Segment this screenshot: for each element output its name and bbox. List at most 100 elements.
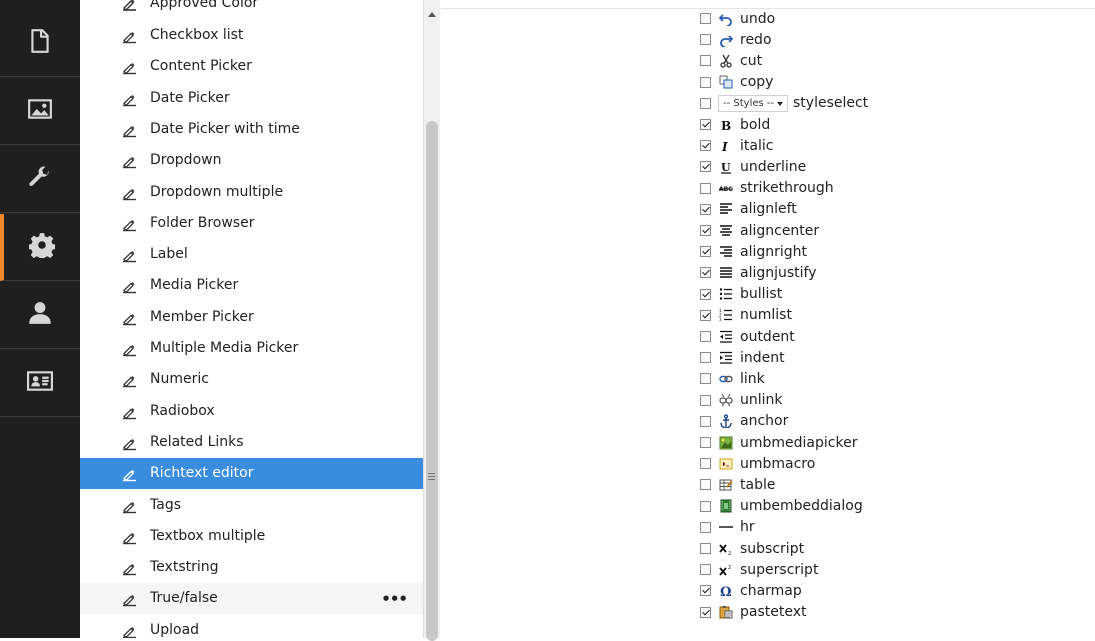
more-options-icon[interactable]: ••• [381,590,408,608]
toolbar-option-checkbox[interactable] [700,246,711,258]
tree-item-label: Label [150,246,188,263]
toolbar-option-unlink: unlink [700,390,783,411]
tree-item[interactable]: Dropdown [80,145,423,176]
scroll-grip-icon [428,473,435,474]
toolbar-option-superscript: 2 superscript [700,559,818,580]
toolbar-option-checkbox[interactable] [700,76,711,88]
toolbar-option-checkbox[interactable] [700,564,711,576]
toolbar-option-checkbox[interactable] [700,585,711,597]
toolbar-option-checkbox[interactable] [700,415,711,427]
datatype-icon [122,405,137,420]
tree-item[interactable]: Upload [80,615,423,638]
tree-item[interactable]: Textstring [80,552,423,583]
tree-item[interactable]: Media Picker [80,270,423,301]
toolbar-option-label: umbmacro [740,455,816,472]
tree-item-label: Date Picker with time [150,120,300,137]
toolbar-option-checkbox[interactable] [700,394,711,406]
scroll-thumb[interactable] [426,121,438,641]
content-section[interactable] [0,10,80,77]
tree-item-partial[interactable]: Approved Color [80,0,423,19]
tree-item[interactable]: Radiobox [80,396,423,427]
toolbar-option-checkbox[interactable] [700,309,711,321]
toolbar-option-checkbox[interactable] [700,288,711,300]
toolbar-option-checkbox[interactable] [700,331,711,342]
media-section[interactable] [0,78,80,145]
tree-item[interactable]: Date Picker with time [80,114,423,145]
indent-icon [718,350,734,366]
tree-item[interactable]: Tags [80,490,423,521]
toolbar-option-checkbox[interactable] [700,182,711,194]
tree-item-label: Related Links [150,433,244,450]
toolbar-option-checkbox[interactable] [700,521,711,533]
wrench-icon [27,164,53,194]
datatype-icon [122,29,137,44]
svg-text:U: U [721,161,731,174]
toolbar-option-checkbox[interactable] [700,437,711,448]
toolbar-option-checkbox[interactable] [700,606,711,618]
tree-item[interactable]: Label [80,239,423,270]
developer-section[interactable] [0,146,80,213]
toolbar-option-underline: Uunderline [700,156,806,177]
tree-item[interactable]: Textbox multiple [80,521,423,552]
tree-item[interactable]: Multiple Media Picker [80,333,423,364]
tree-item-label: Dropdown multiple [150,183,284,200]
toolbar-option-checkbox[interactable] [700,479,711,491]
toolbar-option-hr: hr [700,517,755,538]
toolbar-option-link: link [700,368,765,389]
scroll-up-arrow-icon[interactable] [428,12,436,17]
toolbar-option-label: link [740,370,765,387]
subscript-icon: 2 [718,541,734,557]
settings-section[interactable] [0,214,80,281]
datatype-icon [122,624,137,638]
tree-item[interactable]: Date Picker [80,83,423,114]
datatype-tree: Approved Color Checkbox list Content Pick… [80,0,423,638]
user-icon [27,300,53,330]
toolbar-option-checkbox[interactable] [700,458,711,470]
members-section[interactable] [0,282,80,349]
tree-item[interactable]: Checkbox list [80,20,423,51]
toolbar-option-checkbox[interactable] [700,352,711,364]
toolbar-option-label: hr [740,519,755,536]
tree-item[interactable]: True/false ••• [80,583,423,615]
tree-scrollbar[interactable] [423,0,440,641]
tree-item[interactable]: Folder Browser [80,208,423,239]
outdent-icon [718,329,734,345]
toolbar-option-subscript: 2 subscript [700,538,804,559]
toolbar-option-checkbox[interactable] [700,97,711,109]
tree-item[interactable]: Member Picker [80,302,423,333]
toolbar-option-checkbox[interactable] [700,373,711,385]
strikethrough-icon: ABC [718,180,734,196]
toolbar-option-checkbox[interactable] [700,55,711,67]
tree-item-label: Numeric [150,371,209,388]
tree-item[interactable]: Related Links [80,427,423,458]
editor-pane: undo redo cut copy -- Styles -- styleselect Bb… [441,0,1095,638]
tree-item-label: Dropdown [150,152,222,169]
toolbar-option-checkbox[interactable] [700,543,711,554]
toolbar-option-checkbox[interactable] [700,500,711,512]
toolbar-option-label: pastetext [740,604,807,621]
tree-item[interactable]: Numeric [80,364,423,395]
toolbar-option-checkbox[interactable] [700,119,711,130]
link-icon [718,371,734,387]
toolbar-option-checkbox[interactable] [700,267,711,279]
gear-icon [28,232,56,262]
tree-item[interactable]: Dropdown multiple [80,177,423,208]
datatype-icon [122,92,137,107]
toolbar-option-cut: cut [700,50,762,71]
toolbar-option-label: umbmediapicker [740,434,858,451]
toolbar-option-checkbox[interactable] [700,225,711,236]
toolbar-option-checkbox[interactable] [700,13,711,24]
paste-text-icon [718,604,734,620]
toolbar-option-label: unlink [740,392,783,409]
tree-item[interactable]: Content Picker [80,51,423,82]
member-card-section[interactable] [0,350,80,417]
toolbar-option-checkbox[interactable] [700,203,711,215]
datatype-icon [122,60,137,75]
tree-item-label: Media Picker [150,277,239,294]
tree-item[interactable]: Richtext editor [80,458,423,490]
toolbar-option-checkbox[interactable] [700,161,711,173]
film-icon [718,498,734,514]
toolbar-option-checkbox[interactable] [700,34,711,46]
toolbar-option-checkbox[interactable] [700,140,711,152]
datatype-icon [122,467,137,482]
